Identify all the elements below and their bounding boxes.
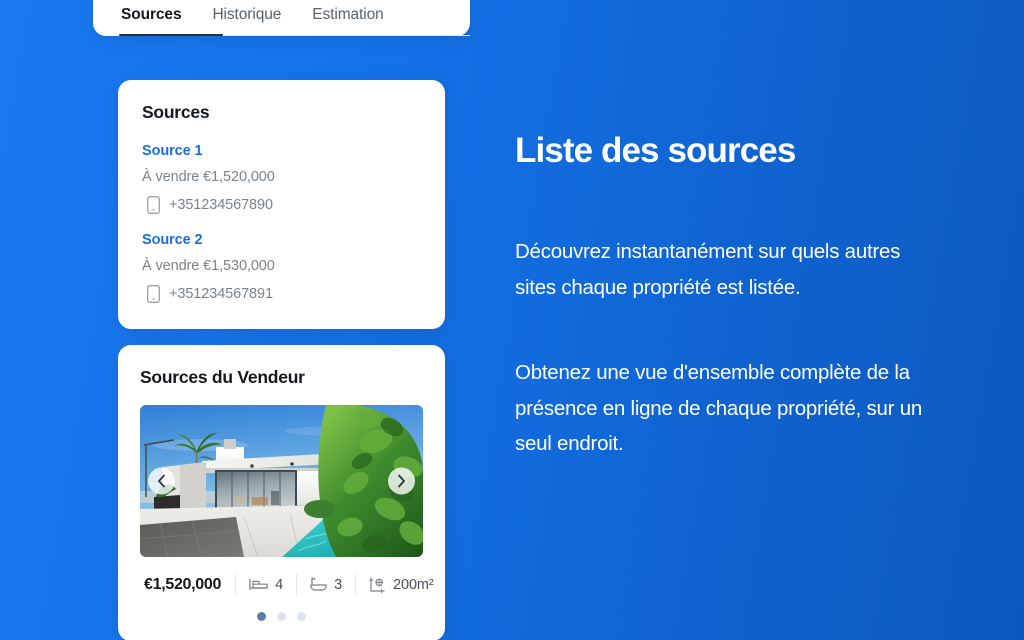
hero-paragraph-2: Obtenez une vue d'ensemble complète de l… xyxy=(515,361,923,455)
source-item: Source 2 À vendre €1,530,000 +3512345678… xyxy=(142,231,421,303)
carousel-dot-2[interactable] xyxy=(277,612,286,621)
chevron-right-icon xyxy=(398,474,405,488)
property-area: 200m² xyxy=(355,574,447,595)
property-bathrooms: 3 xyxy=(296,574,355,595)
property-price: €1,520,000 xyxy=(144,575,222,593)
hero-title: Liste des sources xyxy=(515,131,796,170)
source-2-phone-number[interactable]: +351234567891 xyxy=(169,286,273,302)
bedrooms-value: 4 xyxy=(275,576,284,593)
carousel-dots xyxy=(140,612,423,621)
property-bedrooms: 4 xyxy=(235,574,296,595)
phone-icon xyxy=(147,196,160,214)
property-stats-row: €1,520,000 4 3 200m² xyxy=(140,574,434,595)
vendor-card-title: Sources du Vendeur xyxy=(140,367,305,387)
hero-paragraph-1: Découvrez instantanément sur quels autre… xyxy=(515,240,901,299)
carousel-next-button[interactable] xyxy=(388,467,415,495)
tab-estimation[interactable]: Estimation xyxy=(310,0,385,36)
area-icon xyxy=(369,576,385,593)
source-2-phone-row: +351234567891 xyxy=(142,285,421,303)
source-1-phone-row: +351234567890 xyxy=(142,196,421,214)
property-photo xyxy=(140,405,423,557)
left-panel: Sources Historique Estimation Sources So… xyxy=(0,0,470,640)
tab-bar: Sources Historique Estimation xyxy=(93,0,470,36)
chevron-left-icon xyxy=(158,474,165,488)
tab-sources[interactable]: Sources xyxy=(119,0,183,36)
source-1-price: À vendre €1,520,000 xyxy=(142,169,275,185)
sources-card: Sources Source 1 À vendre €1,520,000 +35… xyxy=(118,80,445,329)
carousel-prev-button[interactable] xyxy=(148,467,175,495)
carousel-dot-1[interactable] xyxy=(257,612,266,621)
tab-historique[interactable]: Historique xyxy=(210,0,283,36)
source-item: Source 1 À vendre €1,520,000 +3512345678… xyxy=(142,142,421,214)
tabs-card: Sources Historique Estimation xyxy=(93,0,470,36)
bathrooms-value: 3 xyxy=(334,576,343,593)
source-1-link[interactable]: Source 1 xyxy=(142,143,203,159)
property-photo-carousel[interactable] xyxy=(140,405,423,557)
hero-panel: Liste des sources Découvrez instantanéme… xyxy=(515,0,975,640)
source-2-price: À vendre €1,530,000 xyxy=(142,258,275,274)
vendor-sources-card: Sources du Vendeur €1,520,000 4 3 200m² xyxy=(118,345,445,640)
bath-icon xyxy=(310,577,327,591)
source-1-phone-number[interactable]: +351234567890 xyxy=(169,197,273,213)
sources-card-title: Sources xyxy=(142,102,210,122)
phone-icon xyxy=(147,285,160,303)
carousel-dot-3[interactable] xyxy=(297,612,306,621)
area-value: 200m² xyxy=(393,576,434,593)
bed-icon xyxy=(249,578,268,591)
source-2-link[interactable]: Source 2 xyxy=(142,232,203,248)
